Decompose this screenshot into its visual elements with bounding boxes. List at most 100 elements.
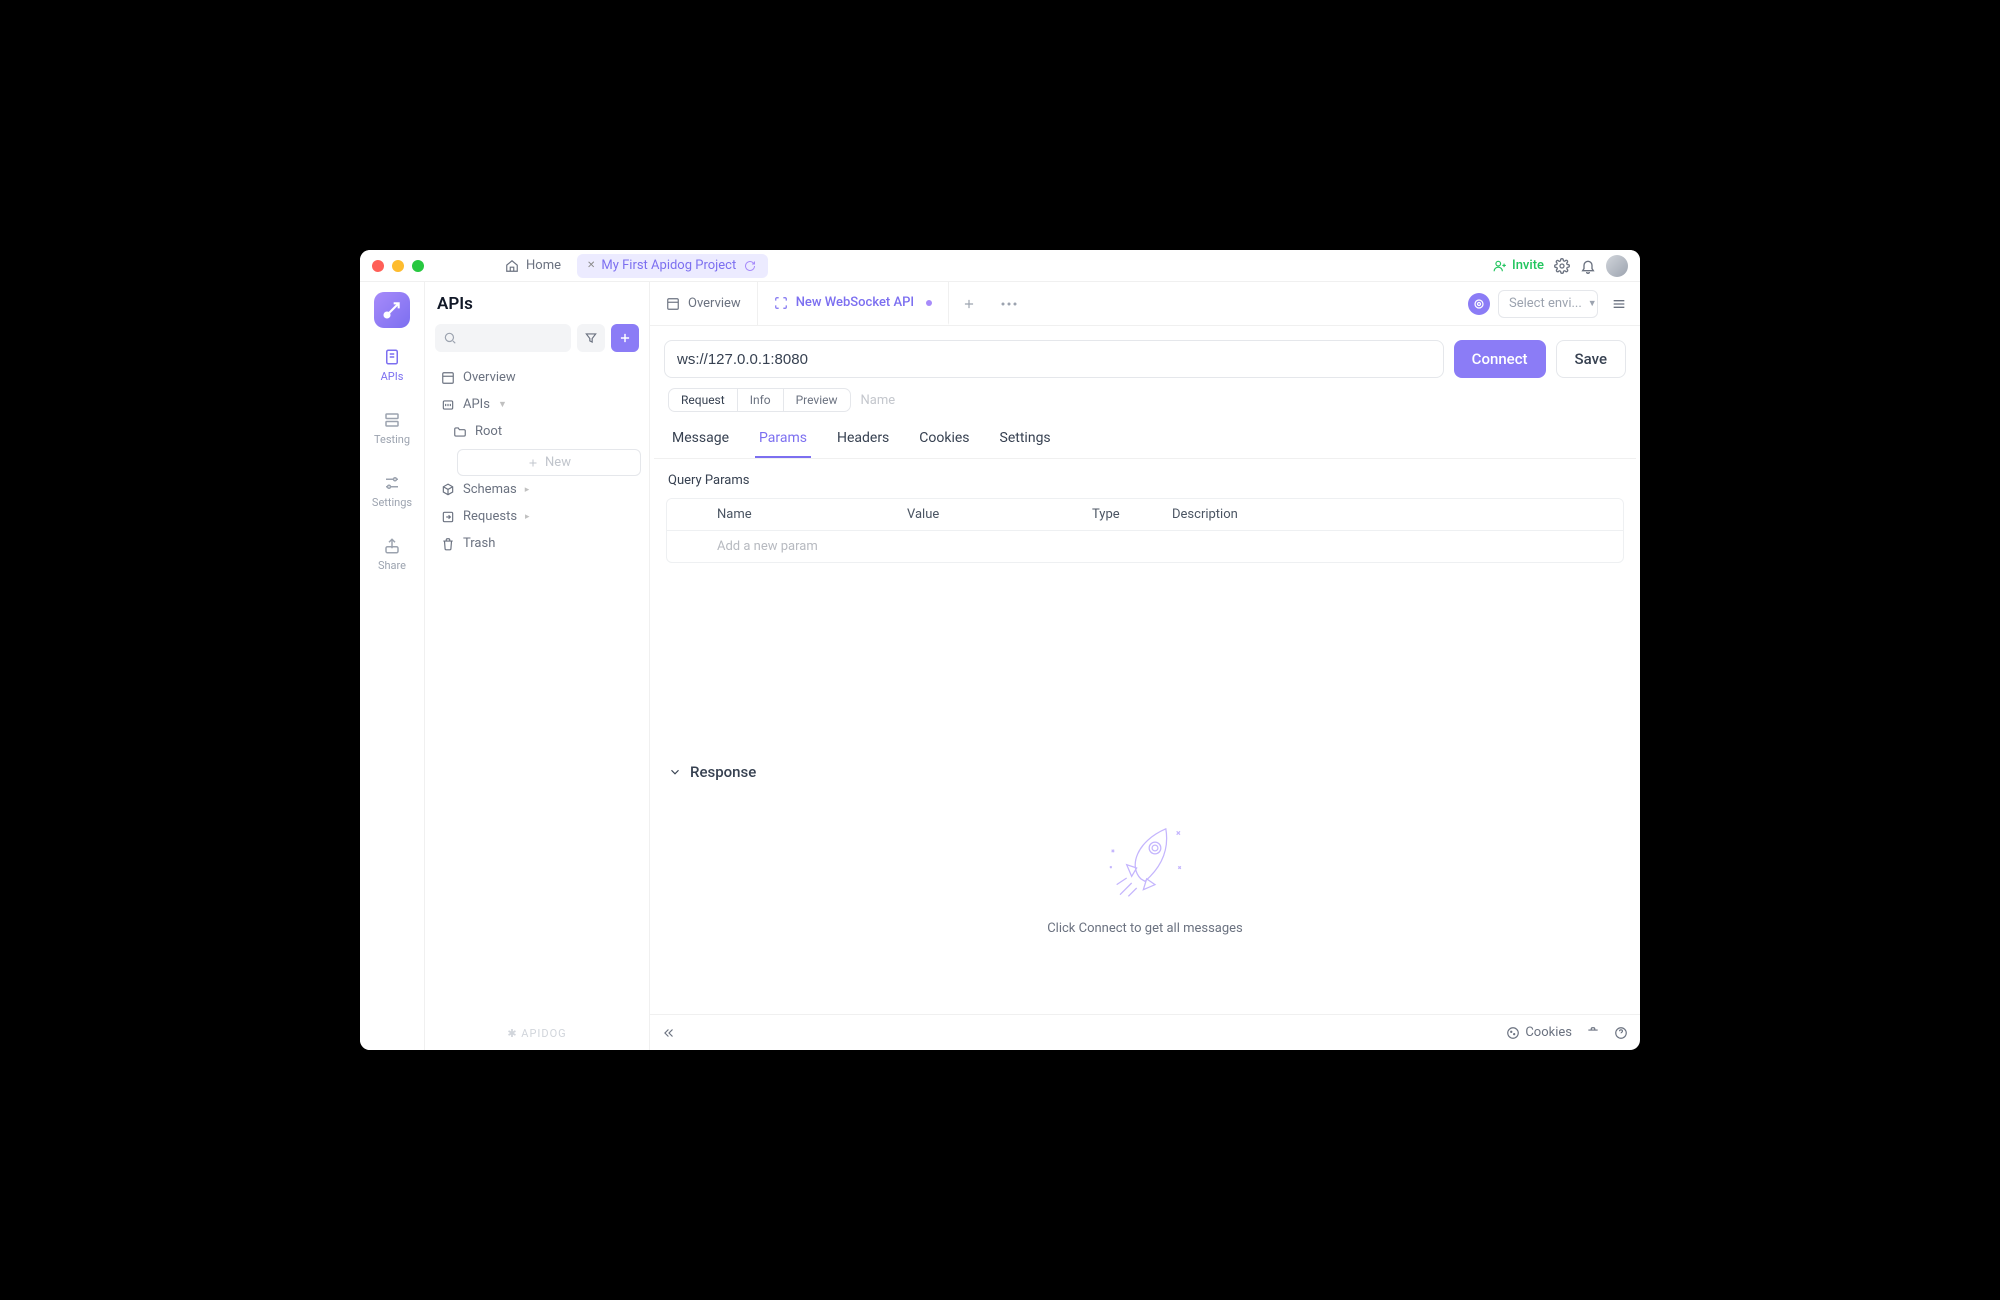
params-table: Name Value Type Description Add a new pa… <box>666 498 1624 563</box>
tree-root-label: Root <box>475 424 502 439</box>
rail-testing[interactable]: Testing <box>360 403 424 454</box>
add-tab-button[interactable] <box>949 282 989 325</box>
gear-icon[interactable] <box>1554 258 1570 274</box>
arrow-square-icon <box>441 510 455 524</box>
collapse-sidebar-button[interactable] <box>662 1026 676 1040</box>
subtab-message[interactable]: Message <box>668 422 733 458</box>
home-tab[interactable]: Home <box>494 254 571 278</box>
tree-overview[interactable]: Overview <box>433 364 641 391</box>
filter-button[interactable] <box>577 324 605 352</box>
subtab-params[interactable]: Params <box>755 422 811 458</box>
response-body: Click Connect to get all messages <box>650 793 1640 1014</box>
tree-trash[interactable]: Trash <box>433 530 641 557</box>
seg-preview[interactable]: Preview <box>783 389 850 411</box>
tree-new-label: New <box>545 455 571 470</box>
col-type: Type <box>1082 499 1162 530</box>
subtab-headers[interactable]: Headers <box>833 422 893 458</box>
tab-websocket-label: New WebSocket API <box>796 295 914 310</box>
help-button[interactable] <box>1614 1026 1628 1040</box>
broom-icon <box>1586 1026 1600 1040</box>
share-icon <box>383 537 401 555</box>
connect-button[interactable]: Connect <box>1454 340 1546 378</box>
col-name: Name <box>707 499 897 530</box>
filter-icon <box>584 331 598 345</box>
target-icon <box>1473 298 1485 310</box>
tab-overview[interactable]: Overview <box>650 282 758 325</box>
overview-icon <box>441 371 455 385</box>
request-bar: Connect Save <box>650 326 1640 388</box>
api-icon <box>441 398 455 412</box>
sidebar-title: APIs <box>425 282 649 324</box>
overview-tab-icon <box>666 297 680 311</box>
url-input[interactable] <box>664 340 1444 378</box>
tree-apis-label: APIs <box>463 397 490 412</box>
response-header[interactable]: Response <box>650 753 1640 793</box>
websocket-icon <box>774 296 788 310</box>
app-window: Home ✕ My First Apidog Project Invite <box>360 250 1640 1050</box>
add-param-placeholder: Add a new param <box>707 531 897 562</box>
bell-icon[interactable] <box>1580 258 1596 274</box>
brand-label: APIDOG <box>521 1027 566 1040</box>
chevrons-left-icon <box>662 1026 676 1040</box>
chevron-right-icon: ▸ <box>525 512 530 522</box>
tree-root[interactable]: Root <box>433 418 641 445</box>
invite-button[interactable]: Invite <box>1493 258 1544 273</box>
tab-websocket[interactable]: New WebSocket API <box>758 282 949 325</box>
tree-trash-label: Trash <box>463 536 495 551</box>
response-title: Response <box>690 763 756 781</box>
refresh-icon[interactable] <box>742 258 758 274</box>
tabs-more-button[interactable] <box>989 282 1029 325</box>
cookies-button[interactable]: Cookies <box>1506 1025 1572 1040</box>
dots-icon <box>1001 302 1017 306</box>
plus-icon <box>618 331 632 345</box>
panel-toggle-button[interactable] <box>1606 291 1632 317</box>
save-button[interactable]: Save <box>1556 340 1626 378</box>
seg-request[interactable]: Request <box>669 389 737 411</box>
env-select-label: Select envi... <box>1509 296 1582 311</box>
app-logo[interactable] <box>374 292 410 328</box>
main: Overview New WebSocket API <box>650 282 1640 1050</box>
env-indicator[interactable] <box>1468 293 1490 315</box>
modified-indicator <box>926 300 932 306</box>
search-input[interactable] <box>435 324 571 352</box>
chevron-down-icon: ▼ <box>1588 298 1597 309</box>
rail-apis[interactable]: APIs <box>360 340 424 391</box>
close-tab-icon[interactable]: ✕ <box>587 260 595 271</box>
close-window-button[interactable] <box>372 260 384 272</box>
rail-settings[interactable]: Settings <box>360 466 424 517</box>
settings-icon <box>383 474 401 492</box>
plus-icon <box>962 297 976 311</box>
minimize-window-button[interactable] <box>392 260 404 272</box>
tree-requests[interactable]: Requests ▸ <box>433 503 641 530</box>
params-header: Name Value Type Description <box>667 499 1623 531</box>
rail-share[interactable]: Share <box>360 529 424 580</box>
tree-new-button[interactable]: New <box>457 449 641 476</box>
cookie-icon <box>1506 1026 1520 1040</box>
tree-requests-label: Requests <box>463 509 517 524</box>
rail-settings-label: Settings <box>372 496 412 509</box>
add-button[interactable] <box>611 324 639 352</box>
request-subtabs: Message Params Headers Cookies Settings <box>654 416 1636 459</box>
avatar[interactable] <box>1606 255 1628 277</box>
cookies-label: Cookies <box>1525 1025 1572 1040</box>
project-tab[interactable]: ✕ My First Apidog Project <box>577 254 768 278</box>
view-segment: Request Info Preview <box>668 388 851 412</box>
subtab-settings[interactable]: Settings <box>996 422 1055 458</box>
tree-schemas[interactable]: Schemas ▸ <box>433 476 641 503</box>
menu-icon <box>1611 296 1627 312</box>
brand-footer: ✱ APIDOG <box>425 1017 649 1050</box>
meta-row: Request Info Preview Name <box>650 388 1640 416</box>
tree-apis[interactable]: APIs ▼ <box>433 391 641 418</box>
env-select[interactable]: Select envi... ▼ <box>1498 290 1598 318</box>
subtab-cookies[interactable]: Cookies <box>915 422 973 458</box>
rail-share-label: Share <box>378 559 406 572</box>
project-tabs: Home ✕ My First Apidog Project <box>494 254 768 278</box>
seg-info[interactable]: Info <box>737 389 783 411</box>
clear-button[interactable] <box>1586 1026 1600 1040</box>
name-input[interactable]: Name <box>861 393 896 408</box>
sidebar: APIs Overview APIs <box>425 282 650 1050</box>
chevron-down-icon: ▼ <box>498 399 507 410</box>
rocket-icon <box>1095 813 1195 903</box>
params-add-row[interactable]: Add a new param <box>667 531 1623 562</box>
maximize-window-button[interactable] <box>412 260 424 272</box>
